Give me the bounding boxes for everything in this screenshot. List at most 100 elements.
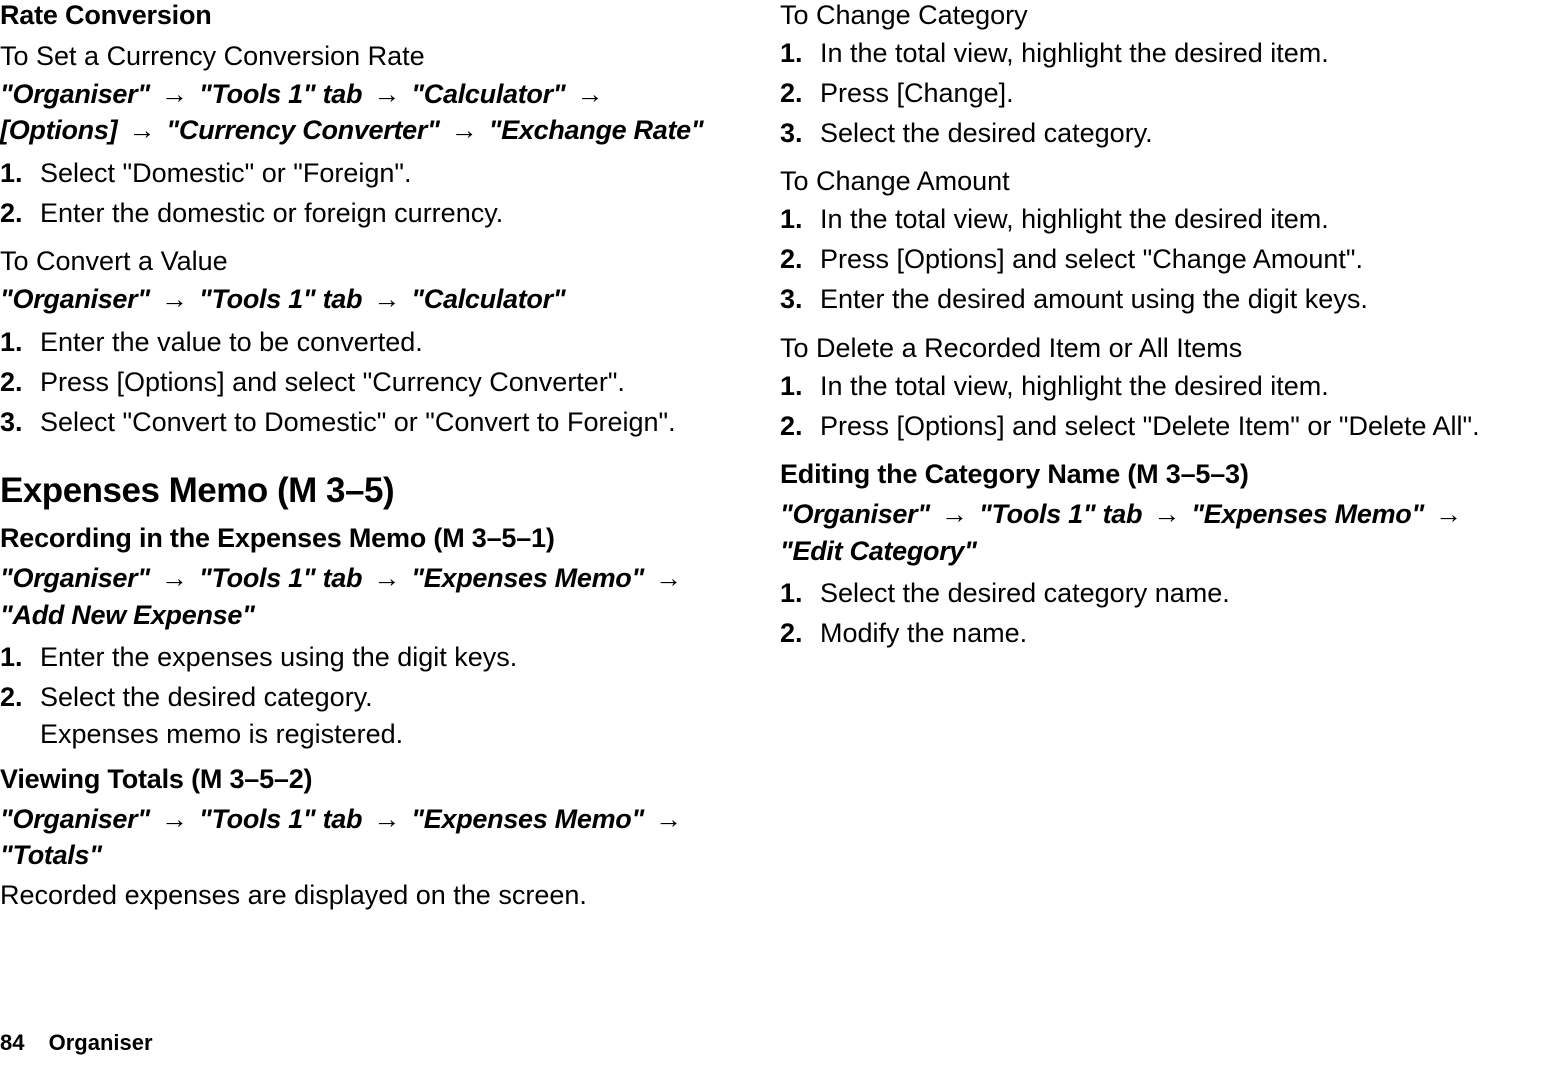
step-number: 2.: [0, 679, 40, 717]
nav-path-segment: "Calculator": [411, 284, 565, 314]
step-number: 1.: [0, 639, 40, 677]
arrow-icon: →: [362, 563, 411, 593]
step-number: 1.: [780, 201, 820, 239]
step-item: 2.Press [Change].: [780, 75, 1500, 113]
subheading-delete: To Delete a Recorded Item or All Items: [780, 333, 1500, 364]
arrow-icon: →: [150, 804, 199, 834]
subheading-recording: Recording in the Expenses Memo (M 3–5–1): [0, 523, 720, 554]
step-number: 2.: [780, 615, 820, 653]
subheading-text: Editing the Category Name: [780, 459, 1120, 489]
arrow-icon: →: [1424, 499, 1466, 529]
nav-path-segment: "Tools 1" tab: [199, 79, 362, 109]
nav-path-segment: "Expenses Memo": [1191, 499, 1424, 529]
arrow-icon: →: [1142, 499, 1191, 529]
step-item: 2.Select the desired category.: [0, 679, 720, 717]
nav-path-record: "Organiser" → "Tools 1" tab → "Expenses …: [0, 560, 720, 633]
step-item: 1.Select "Domestic" or "Foreign".: [0, 155, 720, 193]
subheading-convert-value: To Convert a Value: [0, 246, 720, 277]
step-text: Press [Options] and select "Change Amoun…: [820, 241, 1500, 279]
heading-code: (M 3–5): [277, 471, 394, 510]
nav-path-segment: "Tools 1" tab: [199, 563, 362, 593]
step-number: 3.: [0, 404, 40, 442]
subheading-change-amount: To Change Amount: [780, 166, 1500, 197]
step-number: 1.: [0, 324, 40, 362]
step-text: In the total view, highlight the desired…: [820, 35, 1500, 73]
step-text: Press [Options] and select "Currency Con…: [40, 364, 720, 402]
steps-change-amount: 1.In the total view, highlight the desir…: [780, 201, 1500, 318]
nav-path-segment: "Organiser": [0, 804, 150, 834]
nav-path-segment: "Organiser": [0, 563, 150, 593]
nav-path-segment: "Organiser": [780, 499, 930, 529]
nav-path-segment: "Tools 1" tab: [979, 499, 1142, 529]
note-record: Expenses memo is registered.: [40, 719, 720, 750]
step-item: 3.Enter the desired amount using the dig…: [780, 281, 1500, 319]
step-number: 2.: [0, 195, 40, 233]
arrow-icon: →: [930, 499, 979, 529]
nav-path-set-rate: "Organiser" → "Tools 1" tab → "Calculato…: [0, 76, 720, 149]
step-item: 2.Modify the name.: [780, 615, 1500, 653]
step-text: Enter the desired amount using the digit…: [820, 281, 1500, 319]
step-text: Press [Options] and select "Delete Item"…: [820, 408, 1500, 446]
step-number: 1.: [0, 155, 40, 193]
arrow-icon: →: [565, 79, 607, 109]
step-text: In the total view, highlight the desired…: [820, 368, 1500, 406]
nav-path-segment: "Organiser": [0, 79, 150, 109]
step-text: Press [Change].: [820, 75, 1500, 113]
step-text: Enter the domestic or foreign currency.: [40, 195, 720, 233]
nav-path-segment: "Totals": [0, 840, 102, 870]
step-text: Enter the value to be converted.: [40, 324, 720, 362]
step-item: 2.Press [Options] and select "Currency C…: [0, 364, 720, 402]
subheading-change-category: To Change Category: [780, 0, 1500, 31]
step-number: 1.: [780, 575, 820, 613]
step-text: Select the desired category.: [40, 679, 720, 717]
note-totals: Recorded expenses are displayed on the s…: [0, 880, 720, 911]
heading-rate-conversion: Rate Conversion: [0, 0, 720, 31]
arrow-icon: →: [362, 284, 411, 314]
step-number: 2.: [780, 408, 820, 446]
step-text: Select "Domestic" or "Foreign".: [40, 155, 720, 193]
nav-path-segment: "Edit Category": [780, 536, 977, 566]
arrow-icon: →: [150, 284, 199, 314]
nav-path-edit-category: "Organiser" → "Tools 1" tab → "Expenses …: [780, 496, 1500, 569]
arrow-icon: →: [362, 79, 411, 109]
step-number: 1.: [780, 368, 820, 406]
nav-path-segment: "Calculator": [411, 79, 565, 109]
heading-expenses-memo: Expenses Memo (M 3–5): [0, 471, 720, 511]
right-column: To Change Category 1.In the total view, …: [780, 0, 1500, 915]
arrow-icon: →: [644, 563, 686, 593]
arrow-icon: →: [644, 804, 686, 834]
nav-path-convert: "Organiser" → "Tools 1" tab → "Calculato…: [0, 281, 720, 317]
subheading-text: Recording in the Expenses Memo: [0, 523, 426, 553]
step-item: 2.Press [Options] and select "Change Amo…: [780, 241, 1500, 279]
step-text: Enter the expenses using the digit keys.: [40, 639, 720, 677]
subheading-code: (M 3–5–2): [191, 764, 312, 794]
steps-edit-category: 1.Select the desired category name.2.Mod…: [780, 575, 1500, 653]
nav-path-segment: "Tools 1" tab: [199, 284, 362, 314]
nav-path-segment: [Options]: [0, 115, 117, 145]
steps-record: 1.Enter the expenses using the digit key…: [0, 639, 720, 717]
step-item: 1.In the total view, highlight the desir…: [780, 368, 1500, 406]
step-number: 1.: [780, 35, 820, 73]
nav-path-segment: "Tools 1" tab: [199, 804, 362, 834]
page-number: 84: [0, 1030, 24, 1055]
steps-delete: 1.In the total view, highlight the desir…: [780, 368, 1500, 446]
nav-path-segment: "Organiser": [0, 284, 150, 314]
step-number: 2.: [0, 364, 40, 402]
subheading-totals: Viewing Totals (M 3–5–2): [0, 764, 720, 795]
step-text: Select the desired category.: [820, 115, 1500, 153]
step-text: Modify the name.: [820, 615, 1500, 653]
step-text: In the total view, highlight the desired…: [820, 201, 1500, 239]
subheading-edit-category: Editing the Category Name (M 3–5–3): [780, 459, 1500, 490]
nav-path-segment: "Expenses Memo": [411, 804, 644, 834]
subheading-text: Viewing Totals: [0, 764, 184, 794]
steps-convert: 1.Enter the value to be converted.2.Pres…: [0, 324, 720, 441]
step-item: 1.Enter the expenses using the digit key…: [0, 639, 720, 677]
section-name: Organiser: [49, 1030, 153, 1055]
subheading-code: (M 3–5–3): [1127, 459, 1248, 489]
step-item: 1.Select the desired category name.: [780, 575, 1500, 613]
step-item: 2.Enter the domestic or foreign currency…: [0, 195, 720, 233]
steps-set-rate: 1.Select "Domestic" or "Foreign".2.Enter…: [0, 155, 720, 233]
step-item: 1.Enter the value to be converted.: [0, 324, 720, 362]
arrow-icon: →: [362, 804, 411, 834]
left-column: Rate Conversion To Set a Currency Conver…: [0, 0, 720, 915]
